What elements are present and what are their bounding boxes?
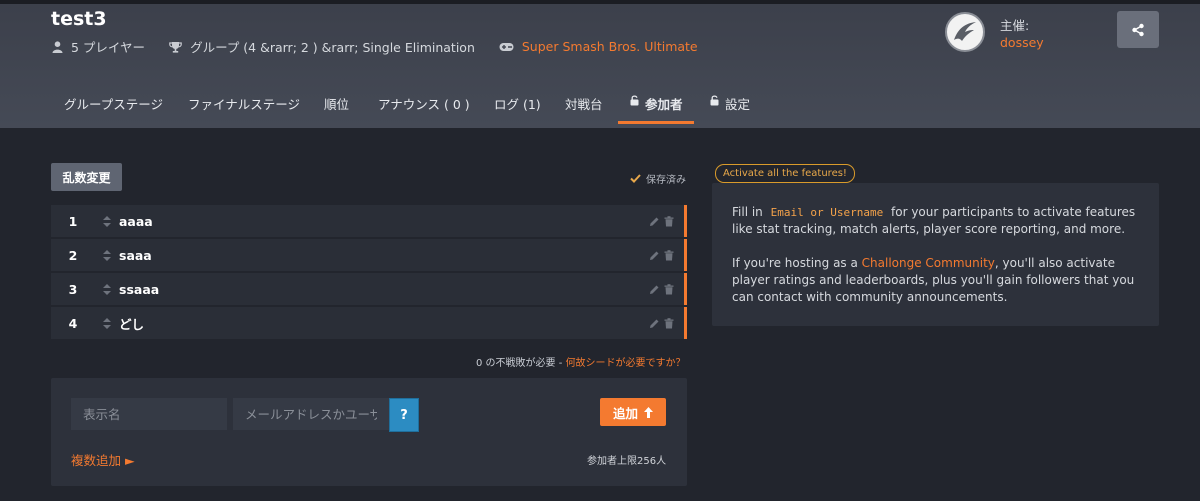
tab-group-stage[interactable]: グループステージ	[64, 88, 163, 128]
add-participant-panel: ? 追加 複数追加 ► 参加者上限256人	[51, 378, 687, 486]
email-username-input[interactable]	[233, 398, 389, 430]
tab-log[interactable]: ログ (1)	[494, 88, 541, 128]
seed-number: 1	[68, 213, 78, 229]
drag-handle-icon[interactable]	[95, 317, 119, 329]
trash-icon[interactable]	[664, 283, 674, 295]
arrow-up-icon	[644, 406, 653, 418]
tab-announcements[interactable]: アナウンス ( 0 )	[378, 88, 470, 128]
participant-row[interactable]: 4 どし	[51, 307, 687, 339]
seed-number: 4	[68, 315, 78, 331]
participant-name: aaaa	[119, 213, 153, 229]
tab-label: アナウンス ( 0 )	[378, 97, 470, 112]
format-text: グループ (4 &rarr; 2 ) &rarr; Single Elimina…	[190, 40, 475, 55]
tab-label: 順位	[324, 97, 350, 112]
trash-icon[interactable]	[664, 249, 674, 261]
participant-name: saaa	[119, 247, 152, 263]
tab-label: 対戦台	[565, 97, 603, 112]
edit-icon[interactable]	[649, 284, 660, 295]
byes-text: 0 の不戦敗が必要 -	[476, 358, 566, 369]
players-count: 5 プレイヤー	[71, 40, 146, 55]
tab-label: ファイナルステージ	[188, 97, 301, 112]
info-paragraph-2: If you're hosting as a Challonge Communi…	[732, 255, 1139, 306]
activate-features-badge: Activate all the features!	[715, 164, 855, 183]
game-link[interactable]: Super Smash Bros. Ultimate	[522, 39, 698, 54]
participant-row[interactable]: 1 aaaa	[51, 205, 687, 237]
tab-label: 参加者	[645, 97, 683, 112]
format-meta: グループ (4 &rarr; 2 ) &rarr; Single Elimina…	[169, 37, 475, 56]
participant-row[interactable]: 2 saaa	[51, 239, 687, 271]
game-meta: Super Smash Bros. Ultimate	[499, 39, 698, 54]
lock-open-icon	[630, 95, 639, 106]
tab-label: グループステージ	[64, 97, 164, 112]
tab-label: ログ (1)	[494, 97, 541, 112]
info-text: If you're hosting as a	[732, 256, 862, 270]
randomize-seeds-button[interactable]: 乱数変更	[51, 163, 122, 191]
seed-number: 3	[68, 281, 78, 297]
byes-note: 0 の不戦敗が必要 - 何故シードが必要ですか？	[476, 354, 686, 369]
participant-limit: 参加者上限256人	[587, 456, 667, 467]
participant-row[interactable]: 3 ssaaa	[51, 273, 687, 305]
email-username-code: Email or Username	[770, 206, 884, 219]
add-participant-button[interactable]: 追加	[600, 398, 666, 426]
challonge-community-link[interactable]: Challonge Community	[862, 256, 995, 270]
share-icon	[1132, 23, 1144, 36]
info-paragraph-1: Fill in Email or Username for your parti…	[732, 204, 1139, 238]
trophy-icon	[169, 41, 182, 53]
host-name-link[interactable]: dossey	[1000, 35, 1044, 50]
seed-number: 2	[68, 247, 78, 263]
why-seeds-link[interactable]: 何故シードが必要ですか？	[566, 358, 686, 369]
info-text: Fill in	[732, 205, 767, 219]
gamepad-icon	[499, 42, 514, 51]
drag-handle-icon[interactable]	[95, 283, 119, 295]
saved-status: 保存済み	[630, 171, 686, 186]
add-label: 追加	[612, 405, 638, 421]
check-icon	[630, 174, 641, 183]
participant-name: ssaaa	[119, 281, 160, 297]
edit-icon[interactable]	[649, 250, 660, 261]
trash-icon[interactable]	[664, 215, 674, 227]
drag-handle-icon[interactable]	[95, 215, 119, 227]
tab-label: 設定	[725, 97, 751, 112]
share-button[interactable]	[1117, 11, 1159, 48]
lock-open-icon	[710, 95, 719, 106]
tournament-tabs: グループステージ ファイナルステージ 順位 アナウンス ( 0 ) ログ (1)…	[0, 88, 1200, 128]
wing-logo-icon	[954, 22, 976, 41]
tournament-header: test3 5 プレイヤー グループ (4 &rarr; 2 ) &rarr; …	[0, 4, 1200, 128]
tournament-meta: 5 プレイヤー グループ (4 &rarr; 2 ) &rarr; Single…	[52, 37, 722, 56]
bulk-add-link[interactable]: 複数追加 ►	[71, 450, 135, 469]
host-label: 主催:	[1000, 18, 1030, 33]
edit-icon[interactable]	[649, 216, 660, 227]
edit-icon[interactable]	[649, 318, 660, 329]
trash-icon[interactable]	[664, 317, 674, 329]
drag-handle-icon[interactable]	[95, 249, 119, 261]
tab-standings[interactable]: 順位	[324, 88, 349, 128]
display-name-input[interactable]	[71, 398, 227, 430]
saved-label: 保存済み	[646, 175, 686, 186]
tab-stations[interactable]: 対戦台	[565, 88, 603, 128]
tab-settings[interactable]: 設定	[710, 88, 750, 128]
participant-name: どし	[119, 316, 145, 332]
tab-final-stage[interactable]: ファイナルステージ	[188, 88, 300, 128]
players-meta: 5 プレイヤー	[52, 37, 145, 56]
active-tab-indicator	[618, 121, 694, 124]
user-icon	[52, 40, 63, 53]
features-info-panel: Fill in Email or Username for your parti…	[712, 183, 1159, 326]
tournament-title: test3	[51, 8, 107, 30]
help-button[interactable]: ?	[389, 398, 419, 432]
host-avatar[interactable]	[945, 12, 985, 52]
